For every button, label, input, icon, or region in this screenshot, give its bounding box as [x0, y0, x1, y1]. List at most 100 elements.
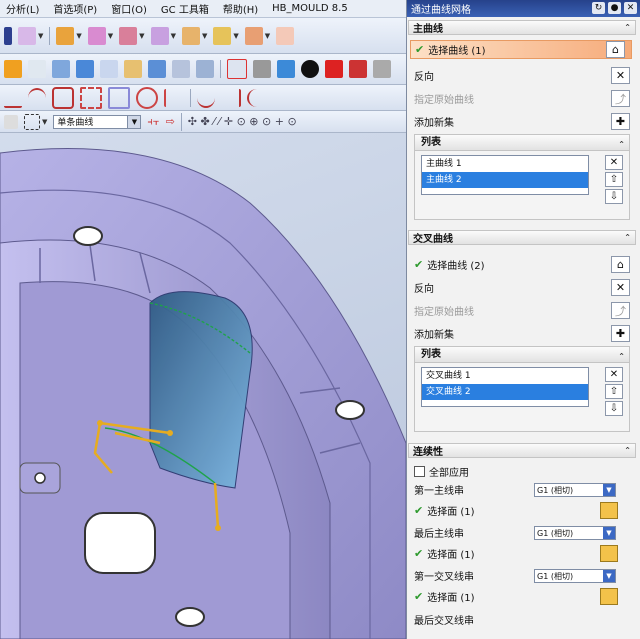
select-curve-icon[interactable]: ⌂ [611, 256, 630, 273]
rectangle-icon[interactable] [52, 86, 74, 109]
apply-all-row[interactable]: 全部应用 [414, 462, 636, 481]
mould-red-icon[interactable] [325, 60, 343, 78]
dialog-title-bar: 通过曲线网格 ↻ ● ✕ [407, 0, 640, 17]
first-cross-select[interactable]: G1 (相切) ▼ [534, 569, 616, 583]
collapse-icon[interactable]: ⌃ [624, 446, 631, 455]
collapse-icon[interactable]: ⌃ [624, 233, 631, 242]
snap-points-icon[interactable]: ✣ ✤ ⁄ ⁄ ✛ ⊙ ⊕ ⊙ + ⊙ [188, 115, 297, 128]
cross-select-curve-row[interactable]: ✔ 选择曲线 (2) ⌂ [414, 255, 636, 274]
list-item[interactable]: 交叉曲线 1 [422, 368, 588, 384]
mould-tool-1-icon[interactable] [56, 26, 75, 45]
apply-all-checkbox[interactable] [414, 466, 425, 477]
box-select-icon[interactable] [24, 113, 40, 130]
cross-curve-list[interactable]: 交叉曲线 1 交叉曲线 2 [421, 367, 589, 407]
add-set-icon[interactable]: ✚ [611, 325, 630, 342]
primary-curve-list[interactable]: 主曲线 1 主曲线 2 [421, 155, 589, 195]
curve-rule-filter[interactable]: 单条曲线 ▼ [53, 114, 142, 129]
mould-tool-5-icon[interactable] [181, 26, 200, 45]
render-icon[interactable] [277, 60, 295, 78]
delete-icon[interactable]: ✕ [605, 367, 623, 382]
block-icon[interactable] [52, 60, 70, 78]
primary-select-curve-row[interactable]: ✔ 选择曲线 (1) ⌂ [410, 40, 632, 59]
add-set-icon[interactable]: ✚ [611, 113, 630, 130]
solid-icon[interactable] [148, 60, 166, 78]
toolbar-grip-icon [4, 26, 12, 45]
dropdown-arrow-icon[interactable]: ▼ [38, 32, 43, 40]
first-primary-select[interactable]: G1 (相切) ▼ [534, 483, 616, 497]
snap-icon[interactable] [227, 59, 247, 79]
cylinder-icon[interactable] [76, 60, 94, 78]
list-item[interactable]: 主曲线 1 [422, 156, 588, 172]
close-icon[interactable]: ✕ [624, 2, 637, 14]
reverse-direction-icon[interactable]: ✕ [611, 279, 630, 296]
spline-icon[interactable] [197, 88, 215, 108]
select-all-icon[interactable] [4, 114, 18, 129]
stop-at-intersection-icon[interactable]: ⫞⫟ [147, 115, 159, 129]
mould-tool-4-icon[interactable] [150, 26, 169, 45]
primary-reverse-row: 反向 ✕ [414, 66, 636, 85]
mould-tool-8-icon[interactable] [276, 26, 295, 45]
blend-icon[interactable] [172, 60, 190, 78]
select-curve-icon[interactable]: ⌂ [606, 41, 625, 58]
menu-gc-toolbox[interactable]: GC 工具箱 [161, 1, 209, 16]
delete-icon[interactable]: ✕ [605, 155, 623, 170]
move-up-icon[interactable]: ⇧ [605, 384, 623, 399]
origin-curve-icon[interactable]: ⤴ [611, 90, 630, 107]
curve-tool-icon[interactable] [136, 86, 158, 109]
view-icon[interactable] [253, 60, 271, 78]
fit-curve-icon[interactable] [247, 88, 267, 107]
list-header[interactable]: 列表 ⌃ [415, 347, 629, 363]
pattern-icon[interactable] [124, 60, 142, 78]
reverse-direction-icon[interactable]: ✕ [611, 67, 630, 84]
collapse-icon[interactable]: ⌃ [618, 137, 625, 152]
last-primary-select[interactable]: G1 (相切) ▼ [534, 526, 616, 540]
transform-icon[interactable] [18, 26, 36, 45]
highlighted-face[interactable] [149, 291, 253, 489]
shading-icon[interactable] [301, 60, 319, 78]
check-icon: ✔ [414, 258, 424, 271]
continuity-header[interactable]: 连续性 ⌃ [408, 443, 636, 458]
menu-analysis[interactable]: 分析(L) [6, 1, 39, 16]
offset-icon[interactable] [100, 60, 118, 78]
settings-icon[interactable]: ● [608, 2, 621, 14]
arc-icon[interactable] [28, 87, 46, 108]
move-down-icon[interactable]: ⇩ [605, 401, 623, 416]
mould-tool-7-icon[interactable] [244, 26, 263, 45]
primary-curves-header[interactable]: 主曲线 ⌃ [408, 20, 636, 35]
sheet-icon[interactable] [28, 60, 46, 78]
mould-gray-icon[interactable] [373, 60, 391, 78]
list-header[interactable]: 列表 ⌃ [415, 135, 629, 151]
origin-curve-icon[interactable]: ⤴ [611, 302, 630, 319]
collapse-icon[interactable]: ⌃ [624, 23, 631, 32]
select-face-icon[interactable] [600, 502, 618, 519]
cross-curves-header[interactable]: 交叉曲线 ⌃ [408, 230, 636, 245]
menu-hb-mould[interactable]: HB_MOULD 8.5 [272, 3, 348, 14]
select-face-icon[interactable] [600, 545, 618, 562]
move-down-icon[interactable]: ⇩ [605, 189, 623, 204]
extrude-icon[interactable] [4, 60, 22, 78]
helix-icon[interactable] [221, 88, 241, 107]
select-face-icon[interactable] [600, 588, 618, 605]
project-curve-icon[interactable] [108, 86, 130, 109]
menu-preferences[interactable]: 首选项(P) [53, 1, 97, 16]
primary-origin-row: 指定原始曲线 ⤴ [414, 89, 636, 108]
offset-curve-icon[interactable] [80, 86, 102, 109]
menu-window[interactable]: 窗口(O) [111, 1, 147, 16]
cross-reverse-row: 反向 ✕ [414, 278, 636, 297]
trim-icon[interactable] [196, 60, 214, 78]
list-item-selected[interactable]: 主曲线 2 [422, 172, 588, 188]
list-item-selected[interactable]: 交叉曲线 2 [422, 384, 588, 400]
move-up-icon[interactable]: ⇧ [605, 172, 623, 187]
line-icon[interactable] [4, 88, 22, 108]
collapse-icon[interactable]: ⌃ [618, 349, 625, 364]
bridge-icon[interactable] [164, 88, 184, 107]
follow-fillet-icon[interactable]: ⇨ [166, 115, 175, 128]
mould-tool-2-icon[interactable] [87, 26, 106, 45]
menu-help[interactable]: 帮助(H) [223, 1, 258, 16]
mould-tool-6-icon[interactable] [213, 26, 232, 45]
reset-icon[interactable]: ↻ [592, 2, 605, 14]
graphics-viewport[interactable] [0, 133, 406, 639]
check-icon: ✔ [414, 547, 424, 560]
mould-red-2-icon[interactable] [349, 60, 367, 78]
mould-tool-3-icon[interactable] [119, 26, 138, 45]
